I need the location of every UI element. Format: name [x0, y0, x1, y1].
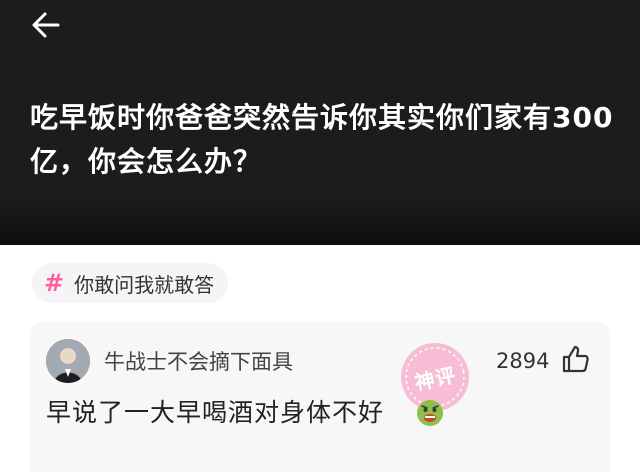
avatar-image: [46, 339, 90, 383]
question-title: 吃早饭时你爸爸突然告诉你其实你们家有300亿，你会怎么办？: [30, 101, 614, 178]
topic-tag[interactable]: # 你敢问我就敢答: [32, 263, 229, 303]
avatar[interactable]: [46, 339, 90, 383]
like-button[interactable]: [560, 344, 590, 374]
like-count: 2894: [496, 349, 550, 373]
topic-label: 你敢问我就敢答: [74, 272, 215, 297]
sick-face-emoji-icon: [417, 400, 443, 426]
question-header: 吃早饭时你爸爸突然告诉你其实你们家有300亿，你会怎么办？: [0, 0, 640, 245]
header-fade: [0, 196, 640, 245]
comment-author[interactable]: 牛战士不会摘下面具: [104, 346, 293, 376]
comment-text: 早说了一大早喝酒对身体不好: [46, 398, 385, 427]
back-button[interactable]: [26, 6, 66, 44]
thumbs-up-icon: [562, 345, 589, 373]
hash-icon: #: [44, 269, 65, 297]
arrow-left-icon: [32, 12, 60, 38]
